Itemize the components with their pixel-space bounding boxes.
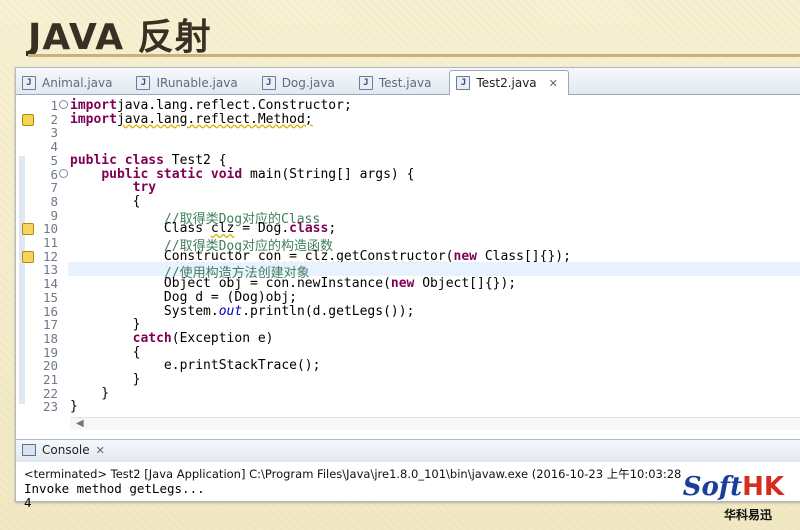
close-tab-icon[interactable]: ✕ [549, 77, 558, 90]
console-icon [22, 444, 36, 456]
horizontal-scrollbar[interactable]: ◀ [70, 417, 800, 430]
code-editor[interactable]: 1 importjava.lang.reflect.Constructor; 2 im… [16, 95, 800, 430]
warning-icon[interactable] [22, 113, 34, 126]
tab-dog-java[interactable]: J Dog.java [256, 72, 345, 94]
code-line: 4 [16, 139, 800, 154]
eclipse-window: J Animal.java J IRunable.java J Dog.java… [15, 67, 800, 510]
logo-text: SoftHK [683, 472, 784, 502]
fold-toggle-icon[interactable] [59, 100, 68, 109]
warning-icon[interactable] [22, 223, 34, 236]
console-tab-label: Console [42, 443, 90, 457]
tab-label: Test2.java [476, 76, 537, 90]
console-output-line: Invoke method getLegs... [24, 481, 205, 496]
logo-hk-text: HK [742, 472, 784, 502]
code-line: 8 { [16, 194, 800, 209]
console-tab[interactable]: Console ✕ [22, 443, 105, 457]
code-line: 16 System.out.println(d.getLegs()); [16, 304, 800, 319]
tab-irunable-java[interactable]: J IRunable.java [130, 72, 247, 94]
editor-tab-bar: J Animal.java J IRunable.java J Dog.java… [16, 68, 800, 95]
code-line: 11 //取得类Dog对应的构造函数 [16, 235, 800, 254]
code-line: 19 { [16, 345, 800, 360]
code-line: 3 [16, 125, 800, 140]
code-line: 6 public static void main(String[] args)… [16, 167, 800, 182]
logo-soft-text: Soft [682, 472, 743, 502]
console-output-line: 4 [24, 495, 32, 510]
code-line: 21 } [16, 372, 800, 387]
code-line: 1 importjava.lang.reflect.Constructor; [16, 98, 800, 113]
tab-label: Test.java [378, 76, 432, 90]
java-file-icon: J [456, 76, 471, 90]
java-file-icon: J [261, 76, 276, 90]
java-file-icon: J [136, 76, 151, 90]
code-line: 18 catch(Exception e) [16, 331, 800, 346]
java-file-icon: J [358, 76, 373, 90]
code-line: 9 //取得类Dog对应的Class [16, 208, 800, 227]
code-line: 14 Object obj = con.newInstance(new Obje… [16, 276, 800, 291]
code-line: 12 Constructor con = clz.getConstructor(… [16, 249, 800, 264]
slide-title: JAVA 反射 [28, 17, 212, 58]
line-number: 23 [42, 399, 58, 415]
scroll-left-icon[interactable]: ◀ [76, 418, 84, 429]
close-console-icon[interactable]: ✕ [96, 444, 105, 457]
code-line: 13 //使用构造方法创建对象 [16, 262, 800, 281]
tab-test2-java[interactable]: J Test2.java ✕ [449, 70, 569, 95]
fold-toggle-icon[interactable] [59, 168, 68, 178]
warning-icon[interactable] [22, 250, 34, 263]
logo-subtitle: 华科易迅 [723, 508, 772, 522]
code-line: 22 } [16, 386, 800, 401]
code-line: 5 public class Test2 { [16, 153, 800, 168]
code-line: 2 importjava.lang.reflect.Method; [16, 112, 800, 127]
code-line: 10 Class clz = Dog.class; [16, 221, 800, 236]
code-line: 7 try [16, 180, 800, 195]
code-line: 17 } [16, 317, 800, 332]
tab-animal-java[interactable]: J Animal.java [16, 72, 122, 94]
console-status: <terminated> Test2 [Java Application] C:… [24, 467, 682, 481]
console-tab-bar: Console ✕ [16, 439, 800, 463]
tab-label: Dog.java [281, 76, 335, 90]
code-line: 20 e.printStackTrace(); [16, 358, 800, 373]
title-underline [28, 54, 800, 57]
tab-test-java[interactable]: J Test.java [353, 72, 442, 94]
softhk-logo: SoftHK 华科易迅 [682, 472, 792, 522]
code-text: } [70, 399, 78, 415]
code-line: 15 Dog d = (Dog)obj; [16, 290, 800, 305]
tab-label: Animal.java [42, 76, 113, 90]
tab-label: IRunable.java [156, 76, 238, 90]
code-line: 23} [16, 399, 800, 415]
java-file-icon: J [22, 76, 36, 90]
